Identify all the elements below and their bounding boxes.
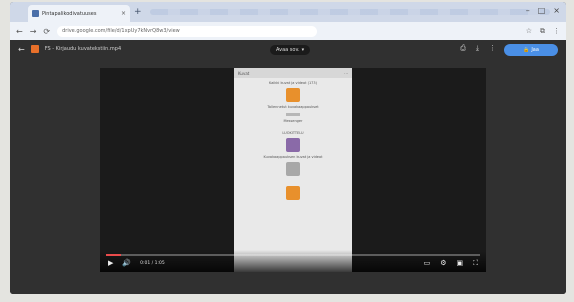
progress-fill	[106, 254, 121, 256]
controls-right: ▭ ⚙ ▣ ⛶	[424, 259, 478, 268]
new-tab-button[interactable]: +	[134, 6, 142, 18]
close-window-icon[interactable]: ×	[553, 6, 560, 15]
back-icon[interactable]: ←	[16, 27, 23, 36]
album-thumbnail	[286, 186, 300, 200]
player-controls: ▶ 🔊 0:01 / 1:05 ▭ ⚙ ▣ ⛶	[100, 250, 486, 272]
url-input[interactable]: drive.google.com/file/d/1xpUy7kNvrQ8w3/v…	[57, 25, 318, 37]
progress-bar[interactable]	[106, 254, 480, 256]
captions-icon[interactable]: ▭	[424, 259, 431, 268]
album-thumbnail	[286, 162, 300, 176]
url-text: drive.google.com/file/d/1xpUy7kNvrQ8w3/v…	[62, 28, 180, 34]
photo-background: Pintapalikodivatuuses × + – □ × ← → ⟳ dr…	[0, 0, 574, 302]
phone-header: Kuvat ⋯	[234, 68, 352, 78]
file-name: FS - Kirjaudu kuvatekstiin.mp4	[44, 46, 122, 52]
volume-icon[interactable]: 🔊	[122, 259, 131, 267]
laptop-screen: Pintapalikodivatuuses × + – □ × ← → ⟳ dr…	[10, 2, 566, 294]
reload-icon[interactable]: ⟳	[43, 27, 50, 36]
tab-bar: Pintapalikodivatuuses × + – □ ×	[10, 2, 566, 22]
phone-label: Messenger	[283, 119, 303, 123]
fullscreen-icon[interactable]: ⛶	[473, 259, 478, 268]
time-display: 0:01 / 1:05	[140, 260, 165, 266]
lock-icon: 🔒	[523, 47, 530, 53]
print-icon[interactable]: ⎙	[460, 44, 466, 53]
video-player[interactable]: Kuvat ⋯ Kaikki kuvat ja videot (173) Tal…	[100, 68, 486, 272]
browser-tab[interactable]: Pintapalikodivatuuses ×	[28, 5, 130, 22]
viewer-back-icon[interactable]: ←	[18, 45, 25, 54]
address-bar-actions: ☆ ⧉ ⋮	[526, 27, 560, 36]
download-icon[interactable]: ⤓	[476, 44, 479, 53]
open-with-button[interactable]: Avaa sov. ▾	[270, 45, 311, 55]
browser-menu-icon[interactable]: ⋮	[553, 27, 560, 36]
share-button[interactable]: 🔒 Jaa	[504, 44, 558, 56]
share-label: Jaa	[531, 47, 539, 53]
forward-icon[interactable]: →	[30, 27, 37, 36]
phone-menu-icon: ⋯	[344, 70, 348, 76]
tab-title: Pintapalikodivatuuses	[42, 10, 97, 17]
settings-icon[interactable]: ⚙	[440, 259, 446, 268]
controls-left: ▶ 🔊 0:01 / 1:05	[108, 259, 165, 267]
minimize-icon[interactable]: –	[526, 6, 530, 15]
window-controls: – □ ×	[526, 6, 560, 15]
tab-strip-background	[150, 9, 550, 15]
file-viewer: ← FS - Kirjaudu kuvatekstiin.mp4 Avaa so…	[10, 40, 566, 294]
open-with-label: Avaa sov.	[276, 47, 300, 53]
favicon-icon	[32, 10, 39, 17]
tab-close-icon[interactable]: ×	[121, 10, 126, 17]
viewer-actions: ⎙ ⤓ ⋮	[460, 44, 496, 53]
more-options-icon[interactable]: ⋮	[489, 44, 496, 53]
phone-section-heading: LUOKITTELU	[282, 131, 304, 135]
album-thumbnail	[286, 138, 300, 152]
phone-title: Kuvat	[238, 70, 250, 76]
phone-label: Kuvakaappauksen kuvat ja videot	[263, 155, 323, 159]
address-bar: ← → ⟳ drive.google.com/file/d/1xpUy7kNvr…	[10, 22, 566, 40]
album-thumbnail	[286, 113, 300, 116]
phone-label: Kaikki kuvat ja videot (173)	[268, 81, 317, 85]
chevron-down-icon: ▾	[301, 47, 305, 53]
phone-label: Tallennetut kuvakaappaukset	[267, 105, 319, 109]
extensions-icon[interactable]: ⧉	[540, 27, 545, 36]
bookmark-star-icon[interactable]: ☆	[526, 27, 532, 36]
play-icon[interactable]: ▶	[108, 259, 113, 267]
phone-recording: Kuvat ⋯ Kaikki kuvat ja videot (173) Tal…	[234, 68, 352, 272]
video-file-icon	[30, 45, 39, 53]
maximize-icon[interactable]: □	[538, 6, 546, 15]
album-thumbnail	[286, 88, 300, 102]
theater-mode-icon[interactable]: ▣	[456, 259, 463, 268]
